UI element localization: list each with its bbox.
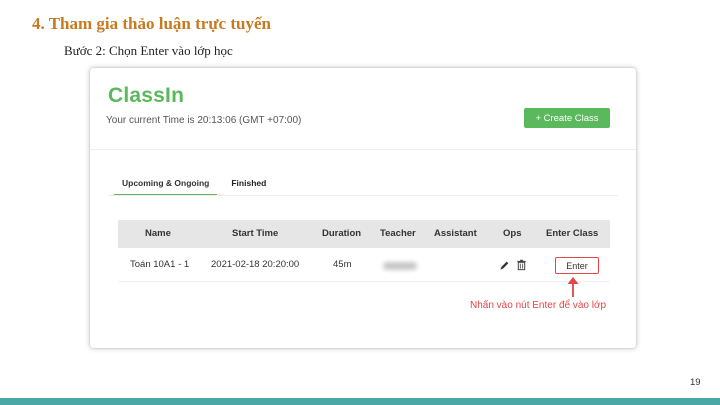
page-number: 19 xyxy=(690,377,701,388)
classin-logo: ClassIn xyxy=(108,84,185,107)
column-header-enter-class: Enter Class xyxy=(546,228,599,239)
bottom-accent-bar xyxy=(0,398,720,405)
create-class-button[interactable]: + Create Class xyxy=(524,108,610,128)
annotation-arrow-icon xyxy=(567,277,579,297)
enter-class-button[interactable]: Enter xyxy=(555,257,599,274)
tab-upcoming-ongoing[interactable]: Upcoming & Ongoing xyxy=(114,172,218,196)
column-header-ops: Ops xyxy=(503,228,522,239)
table-header: Name Start Time Duration Teacher Assista… xyxy=(118,220,610,248)
pencil-icon[interactable] xyxy=(497,258,511,272)
trash-icon[interactable] xyxy=(514,258,528,272)
column-header-assistant: Assistant xyxy=(434,228,477,239)
slide-subtitle: Bước 2: Chọn Enter vào lớp học xyxy=(64,43,233,58)
column-header-start-time: Start Time xyxy=(232,228,279,239)
tab-finished[interactable]: Finished xyxy=(223,172,274,196)
classin-screenshot: ClassIn Your current Time is 20:13:06 (G… xyxy=(90,68,636,348)
duration-cell: 45m xyxy=(333,259,352,270)
table-row: Toán 10A1 - 1 2021-02-18 20:20:00 45m En… xyxy=(118,250,610,280)
current-time-text: Your current Time is 20:13:06 (GMT +07:0… xyxy=(106,115,302,126)
tabs-divider xyxy=(108,195,618,196)
slide-title: 4. Tham gia thảo luận trực tuyến xyxy=(32,14,271,33)
column-header-name: Name xyxy=(145,228,171,239)
annotation-text: Nhấn vào nút Enter để vào lớp xyxy=(470,300,607,311)
row-divider xyxy=(118,281,610,282)
start-time-cell: 2021-02-18 20:20:00 xyxy=(211,259,300,270)
header-divider xyxy=(90,149,636,150)
class-tabs: Upcoming & Ongoing Finished xyxy=(114,172,274,196)
column-header-duration: Duration xyxy=(322,228,362,239)
teacher-cell-blurred xyxy=(383,262,417,270)
class-name-cell: Toán 10A1 - 1 xyxy=(130,259,190,270)
column-header-teacher: Teacher xyxy=(380,228,416,239)
